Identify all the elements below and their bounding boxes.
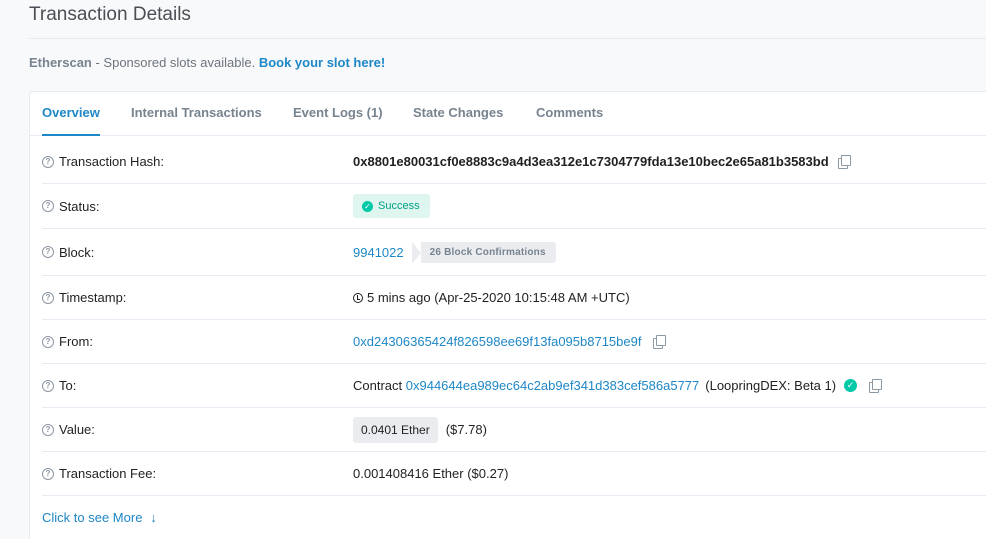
copy-icon[interactable] [869, 379, 883, 393]
row-timestamp: ? Timestamp: 5 mins ago (Apr-25-2020 10:1… [42, 276, 986, 320]
to-address-link[interactable]: 0x944644ea989ec64c2ab9ef341d383cef586a57… [406, 378, 700, 393]
row-transaction-fee: ? Transaction Fee: 0.001408416 Ether ($0.… [42, 452, 986, 496]
transaction-card: Overview Internal Transactions Event Log… [29, 91, 986, 539]
help-icon[interactable]: ? [42, 246, 54, 258]
row-label: Status: [59, 198, 100, 214]
sponsor-banner: Etherscan - Sponsored slots available. B… [29, 55, 385, 70]
help-icon[interactable]: ? [42, 291, 54, 304]
sponsor-brand: Etherscan [29, 55, 92, 70]
timestamp-value: 5 mins ago (Apr-25-2020 10:15:48 AM +UTC… [367, 290, 630, 305]
tab-event-logs[interactable]: Event Logs (1) [293, 92, 383, 136]
sponsor-text: - Sponsored slots available. [91, 55, 259, 70]
tab-state-changes[interactable]: State Changes [413, 92, 503, 136]
help-icon[interactable]: ? [42, 335, 54, 348]
row-value: ? Value: 0.0401 Ether ($7.78) [42, 408, 986, 452]
see-more-link[interactable]: Click to see More ↓ [42, 510, 157, 525]
from-address-link[interactable]: 0xd24306365424f826598ee69f13fa095b8715be… [353, 334, 641, 349]
help-icon[interactable]: ? [42, 467, 54, 480]
row-to: ? To: Contract 0x944644ea989ec64c2ab9ef34… [42, 364, 986, 408]
row-label: Timestamp: [59, 290, 127, 305]
row-label: Transaction Hash: [59, 154, 165, 169]
check-circle-icon: ✓ [362, 200, 373, 212]
arrow-down-icon: ↓ [150, 510, 157, 525]
contract-name: (LoopringDEX: Beta 1) [705, 378, 837, 393]
row-label: To: [59, 378, 77, 393]
clock-icon [353, 292, 363, 303]
copy-icon[interactable] [837, 155, 851, 169]
tab-bar: Overview Internal Transactions Event Log… [30, 92, 986, 136]
title-divider [29, 38, 986, 39]
ether-amount: 0.0401 Ether [353, 416, 438, 443]
row-from: ? From: 0xd24306365424f826598ee69f13fa095… [42, 320, 986, 364]
help-icon[interactable]: ? [42, 379, 54, 392]
help-icon[interactable]: ? [42, 423, 54, 436]
page-title: Transaction Details [29, 4, 191, 25]
book-slot-link[interactable]: Book your slot here! [259, 55, 385, 70]
row-label: Transaction Fee: [59, 466, 157, 481]
fee-value: 0.001408416 Ether ($0.27) [353, 466, 509, 481]
see-more-label: Click to see More [42, 510, 143, 525]
tab-comments[interactable]: Comments [536, 92, 603, 136]
block-number-link[interactable]: 9941022 [353, 245, 404, 260]
row-status: ? Status: ✓ Success [42, 184, 986, 229]
usd-amount: ($7.78) [445, 422, 487, 437]
tab-overview[interactable]: Overview [42, 92, 100, 136]
row-label: Value: [59, 422, 95, 437]
tab-internal-transactions[interactable]: Internal Transactions [131, 92, 262, 136]
help-icon[interactable]: ? [42, 200, 54, 212]
row-block: ? Block: 9941022 26 Block Confirmations [42, 229, 986, 276]
verified-check-icon: ✓ [844, 379, 858, 392]
row-label: Block: [59, 244, 95, 260]
copy-icon[interactable] [653, 335, 667, 349]
help-icon[interactable]: ? [42, 155, 54, 168]
row-transaction-hash: ? Transaction Hash: 0x8801e80031cf0e8883c… [42, 140, 986, 184]
status-text: Success [378, 200, 420, 212]
confirmations-badge: 26 Block Confirmations [411, 241, 556, 264]
row-label: From: [59, 334, 93, 349]
transaction-hash-value: 0x8801e80031cf0e8883c9a4d3ea312e1c730477… [353, 154, 829, 169]
contract-prefix: Contract [353, 378, 406, 393]
status-badge: ✓ Success [353, 194, 430, 218]
